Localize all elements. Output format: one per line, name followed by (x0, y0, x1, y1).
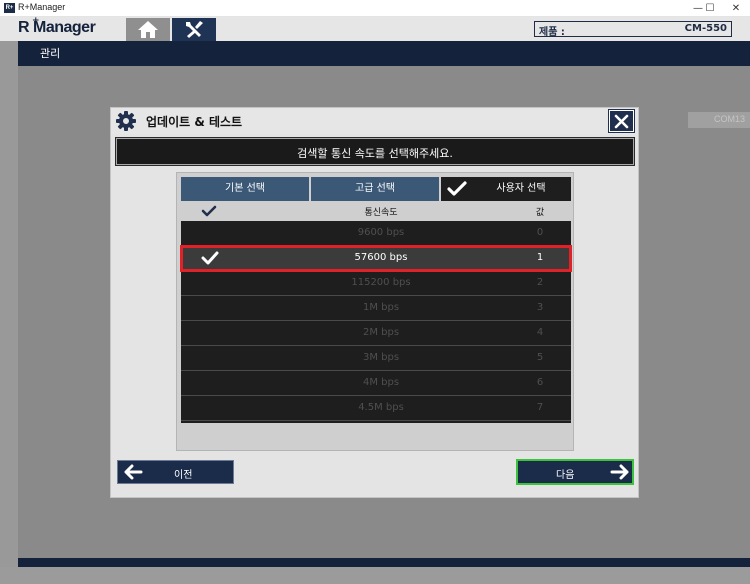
baud-selection-panel: 기본 선택 고급 선택 사용자 선택 통신속도 값 9600 bps 0 576… (176, 172, 574, 451)
list-item[interactable]: 1M bps 3 (181, 296, 571, 321)
maximize-button[interactable]: ☐ (696, 0, 724, 17)
row-speed: 3M bps (362, 352, 400, 363)
instruction-text: 검색할 통신 속도를 선택해주세요. (297, 147, 453, 160)
arrow-right-icon (610, 464, 629, 480)
tools-tab[interactable] (172, 18, 216, 41)
next-button-label: 다음 (556, 470, 575, 481)
row-value: 6 (536, 377, 544, 388)
previous-button-label: 이전 (174, 470, 193, 481)
list-item[interactable]: 115200 bps 2 (181, 271, 571, 296)
row-value: 3 (536, 302, 544, 313)
tab-basic-label: 기본 선택 (225, 183, 265, 194)
row-value: 2 (536, 277, 544, 288)
app-logo: R Manager + (18, 16, 104, 39)
window-title: R+Manager (18, 2, 66, 12)
row-speed: 1M bps (362, 302, 400, 313)
dialog-close-button[interactable] (608, 109, 635, 133)
tools-icon (186, 21, 203, 38)
checkmark-icon (201, 251, 219, 265)
bottom-strip (0, 567, 750, 584)
bottom-bar (18, 558, 750, 567)
list-item[interactable]: 9600 bps 0 (181, 221, 571, 246)
next-button[interactable]: 다음 (516, 459, 634, 485)
row-value: 4 (536, 327, 544, 338)
previous-button[interactable]: 이전 (117, 460, 234, 484)
arrow-left-icon (124, 464, 143, 480)
window-titlebar: R+ R+Manager — ☐ ✕ (0, 0, 750, 17)
row-value: 5 (536, 352, 544, 363)
app-header: R Manager + 제품 : CM-550 (0, 16, 750, 41)
home-tab[interactable] (126, 18, 170, 41)
row-value: 0 (536, 227, 544, 238)
dialog-header: 업데이트 & 테스트 (111, 108, 638, 134)
app-icon: R+ (4, 3, 15, 13)
list-item-selected[interactable]: 57600 bps 1 (180, 245, 572, 272)
row-value: 1 (536, 252, 544, 263)
row-value: 7 (536, 402, 544, 413)
logo-text: R Manager (18, 19, 96, 36)
nav-bar: 관리 (18, 41, 750, 66)
tab-user-label: 사용자 선택 (496, 183, 546, 194)
row-speed: 57600 bps (354, 252, 408, 263)
update-test-dialog: 업데이트 & 테스트 검색할 통신 속도를 선택해주세요. 기본 선택 고급 선… (110, 107, 639, 498)
dialog-title: 업데이트 & 테스트 (146, 115, 243, 129)
close-icon (614, 114, 629, 129)
list-item[interactable]: 3M bps 5 (181, 346, 571, 371)
row-speed: 4M bps (362, 377, 400, 388)
tab-basic-select[interactable]: 기본 선택 (181, 177, 309, 201)
row-speed: 4.5M bps (358, 402, 404, 413)
nav-label-manage[interactable]: 관리 (40, 45, 60, 61)
home-icon (138, 21, 158, 38)
product-label: 제품 : (539, 27, 565, 38)
product-value: CM-550 (684, 23, 727, 34)
product-box: 제품 : CM-550 (534, 21, 732, 38)
column-speed-header: 통신속도 (364, 208, 398, 218)
tab-advanced-select[interactable]: 고급 선택 (311, 177, 439, 201)
list-column-header: 통신속도 값 (181, 202, 571, 220)
gear-icon (116, 111, 136, 131)
background-com-label: COM13 (714, 114, 746, 124)
logo-plus: + (32, 16, 40, 26)
tab-advanced-label: 고급 선택 (355, 183, 395, 194)
window-close-button[interactable]: ✕ (722, 0, 750, 17)
list-item[interactable]: 2M bps 4 (181, 321, 571, 346)
checkmark-icon (447, 181, 467, 196)
row-speed: 9600 bps (357, 227, 405, 238)
instruction-bar: 검색할 통신 속도를 선택해주세요. (115, 137, 635, 166)
select-all-check-icon[interactable] (201, 205, 217, 217)
tab-user-select[interactable]: 사용자 선택 (441, 177, 571, 201)
list-item[interactable]: 4.5M bps 7 (181, 396, 571, 421)
background-com-button: COM13 (688, 112, 750, 128)
baud-rate-list: 9600 bps 0 57600 bps 1 115200 bps 2 1M b… (180, 221, 572, 423)
column-value-header: 값 (535, 208, 545, 218)
row-speed: 115200 bps (351, 277, 411, 288)
list-item[interactable]: 4M bps 6 (181, 371, 571, 396)
row-speed: 2M bps (362, 327, 400, 338)
